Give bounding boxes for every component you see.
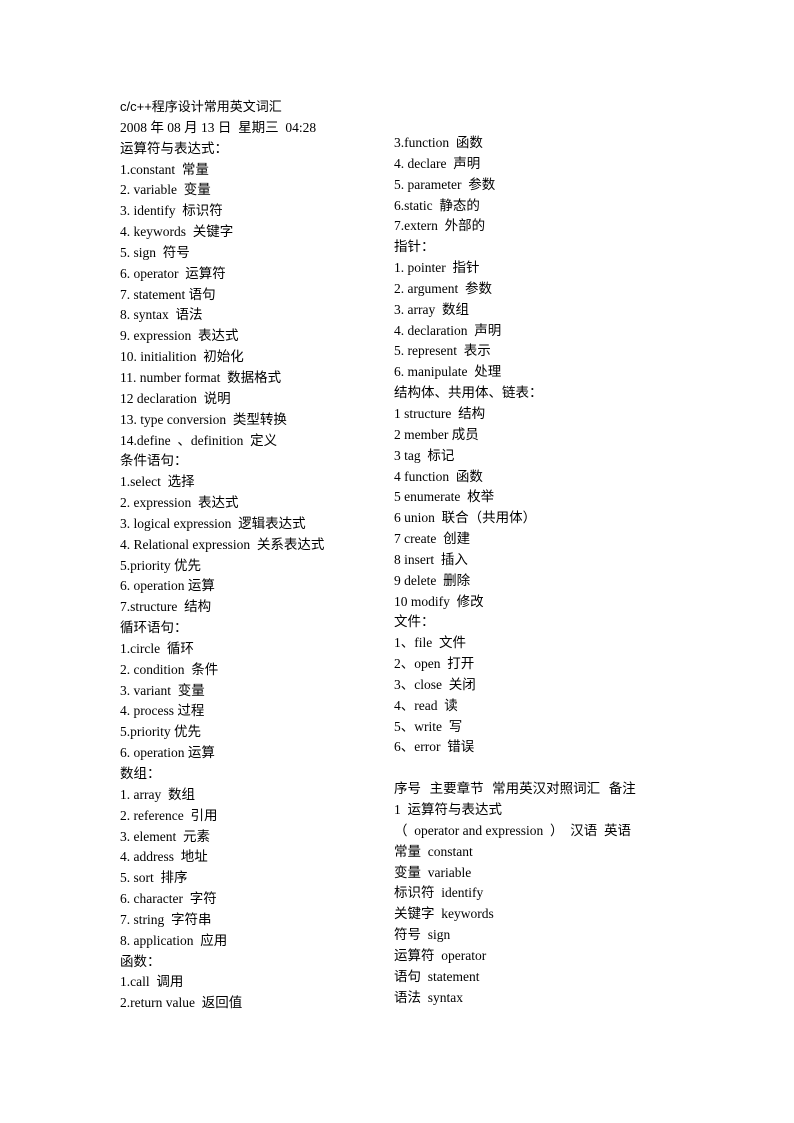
vocab-item: 6. character 字符 xyxy=(120,891,217,907)
vocab-item: 7. string 字符串 xyxy=(120,911,212,927)
vocab-item: 3 tag 标记 xyxy=(394,447,455,463)
vocab-item: 6. operation 运算 xyxy=(120,578,215,594)
vocab-item: 6. operator 运算符 xyxy=(120,265,226,281)
vocab-item: 3.function 函数 xyxy=(394,135,483,150)
vocab-item: 关键字 keywords xyxy=(394,906,494,922)
vocab-item: 4 function 函数 xyxy=(394,468,483,484)
section-heading: 运算符与表达式： xyxy=(120,140,228,157)
vocab-item: （ operator and expression ） 汉语 英语 xyxy=(394,822,631,838)
section-heading: 条件语句： xyxy=(120,453,188,470)
vocab-item: 3、close 关闭 xyxy=(394,676,476,692)
vocab-item: 4. keywords 关键字 xyxy=(120,224,234,240)
section-heading: 数组： xyxy=(120,766,161,782)
vocab-item: 8. syntax 语法 xyxy=(120,307,203,323)
right-column: 3.function 函数 4. declare 声明 5. parameter 参… xyxy=(394,133,684,1008)
section-heading: 结构体、共用体、链表： xyxy=(394,385,543,402)
vocab-item: 1.select 选择 xyxy=(120,474,195,490)
vocab-item: 7. statement 语句 xyxy=(120,286,216,302)
vocab-item: 2. condition 条件 xyxy=(120,661,219,677)
vocab-item: 6 union 联合（共用体） xyxy=(394,510,537,526)
vocab-item: 4. process 过程 xyxy=(120,703,205,719)
vocab-item: 1. pointer 指针 xyxy=(394,260,480,276)
vocab-item: 13. type conversion 类型转换 xyxy=(120,411,287,427)
vocab-item: 5. parameter 参数 xyxy=(394,176,496,192)
vocab-item: 9 delete 删除 xyxy=(394,572,471,588)
document-datetime: 2008 年 08 月 13 日 星期三 04:28 xyxy=(120,119,317,135)
vocab-item: 标识符 identify xyxy=(394,885,484,901)
vocab-item: 7 create 创建 xyxy=(394,531,471,547)
vocab-item: 1.circle 循环 xyxy=(120,640,194,656)
vocab-item: 1.constant 常量 xyxy=(120,161,209,177)
vocab-item: 5.priority 优先 xyxy=(120,724,201,740)
section-heading: 函数： xyxy=(120,953,161,970)
vocab-item: 4. declaration 声明 xyxy=(394,322,502,338)
vocab-item: 6.static 静态的 xyxy=(394,197,480,213)
vocab-item: 9. expression 表达式 xyxy=(120,328,239,344)
vocab-item: 7.structure 结构 xyxy=(120,599,212,615)
vocab-item: 6. operation 运算 xyxy=(120,745,215,761)
vocab-item: 4. address 地址 xyxy=(120,849,208,865)
vocab-item: 3. array 数组 xyxy=(394,301,469,317)
vocab-item: 5、write 写 xyxy=(394,718,463,734)
vocab-item: 常量 constant xyxy=(394,843,473,859)
vocab-item: 5 enumerate 枚举 xyxy=(394,489,495,505)
vocab-item: 运算符 operator xyxy=(394,947,487,963)
section-heading: 序号 主要章节 常用英汉对照词汇 备注 xyxy=(394,781,636,798)
vocab-item: 10 modify 修改 xyxy=(394,593,484,609)
vocab-item: 变量 variable xyxy=(394,864,472,880)
vocab-item: 语法 syntax xyxy=(394,989,463,1005)
vocab-item: 1.call 调用 xyxy=(120,974,184,990)
vocab-item: 4、read 读 xyxy=(394,697,458,713)
vocab-item: 语句 statement xyxy=(394,968,480,984)
section-heading: 文件： xyxy=(394,614,435,631)
vocab-item: 5. sign 符号 xyxy=(120,244,190,260)
vocab-item: 11. number format 数据格式 xyxy=(120,369,282,385)
vocab-item: 3. variant 变量 xyxy=(120,682,205,698)
vocab-item: 10. initialition 初始化 xyxy=(120,349,244,365)
vocab-item: 2、open 打开 xyxy=(394,656,475,672)
vocab-item: 2. variable 变量 xyxy=(120,182,211,198)
left-column-lines: 运算符与表达式： 1.constant 常量 2. variable 变量 3. id… xyxy=(120,139,390,1014)
vocab-item: 2. expression 表达式 xyxy=(120,495,239,511)
vocab-item: 1. array 数组 xyxy=(120,786,195,802)
vocab-item: 3. logical expression 逻辑表达式 xyxy=(120,515,306,531)
vocab-item: 3. element 元素 xyxy=(120,828,210,844)
section-heading: 循环语句： xyxy=(120,620,188,637)
right-column-lines: 3.function 函数 4. declare 声明 5. parameter 参… xyxy=(394,133,684,1008)
vocab-item: 14.define 、definition 定义 xyxy=(120,432,278,448)
vocab-item: 6、error 错误 xyxy=(394,739,475,755)
vocab-item: 2. argument 参数 xyxy=(394,280,492,296)
vocab-item: 6. manipulate 处理 xyxy=(394,364,502,380)
vocab-item: 4. declare 声明 xyxy=(394,155,481,171)
vocab-item: 符号 sign xyxy=(394,927,451,943)
vocab-item: 5.priority 优先 xyxy=(120,557,201,573)
vocab-item: 3. identify 标识符 xyxy=(120,203,223,219)
vocab-item: 5. represent 表示 xyxy=(394,343,491,359)
vocab-item: 5. sort 排序 xyxy=(120,870,188,886)
vocab-item: 7.extern 外部的 xyxy=(394,218,486,234)
left-column: c/c++程序设计常用英文词汇 2008 年 08 月 13 日 星期三 04:… xyxy=(120,97,390,1014)
vocab-item: 1、file 文件 xyxy=(394,635,466,651)
vocab-item: 8. application 应用 xyxy=(120,932,228,948)
vocab-item: 4. Relational expression 关系表达式 xyxy=(120,536,325,552)
vocab-item: 1 运算符与表达式 xyxy=(394,802,502,817)
document-page: c/c++程序设计常用英文词汇 2008 年 08 月 13 日 星期三 04:… xyxy=(0,0,794,1123)
vocab-item: 2.return value 返回值 xyxy=(120,995,243,1011)
vocab-item: 2 member 成员 xyxy=(394,426,479,442)
section-heading: 指针： xyxy=(394,239,435,256)
vocab-item: 1 structure 结构 xyxy=(394,405,486,421)
document-title: c/c++程序设计常用英文词汇 xyxy=(120,99,282,114)
vocab-item: 12 declaration 说明 xyxy=(120,390,231,406)
vocab-item: 2. reference 引用 xyxy=(120,807,218,823)
vocab-item: 8 insert 插入 xyxy=(394,551,468,567)
